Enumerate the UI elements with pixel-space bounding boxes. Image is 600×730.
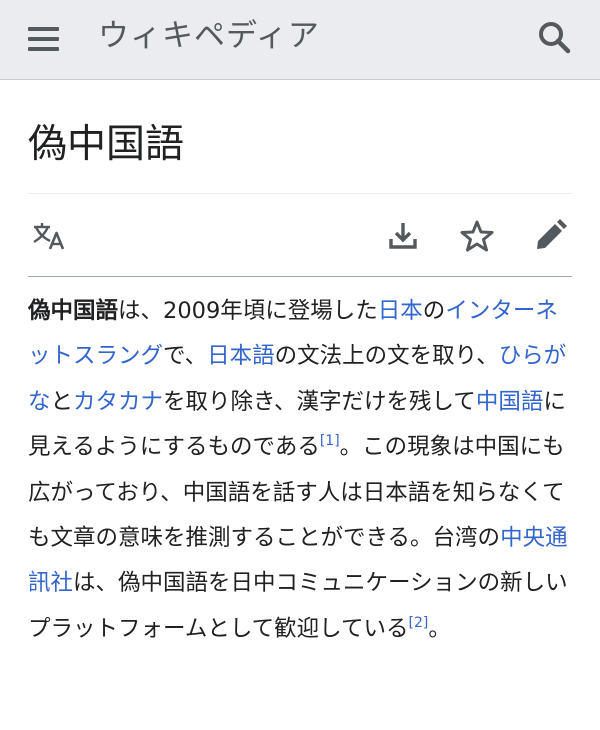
link-katakana[interactable]: カタカナ xyxy=(73,389,163,415)
article-text: は、2009年頃に登場した xyxy=(118,298,378,324)
site-title[interactable]: ウィキペディア xyxy=(98,16,320,56)
search-icon[interactable] xyxy=(532,16,576,60)
link-nihongo[interactable]: 日本語 xyxy=(207,343,275,369)
article-text: を取り除き、漢字だけを残して xyxy=(163,388,476,415)
article-text: の xyxy=(422,298,446,324)
hamburger-menu-icon[interactable] xyxy=(24,22,64,56)
toolbar-divider xyxy=(28,276,572,277)
title-divider xyxy=(28,193,572,194)
language-icon[interactable] xyxy=(26,214,70,258)
article-term: 偽中国語 xyxy=(28,298,119,324)
article-text: 。 xyxy=(428,615,451,642)
article-text: は、偽中国語を日中コミュニケーションの新しいプラットフォームとして歓迎している xyxy=(28,570,568,642)
article-text: と xyxy=(50,388,74,415)
link-chugokugo[interactable]: 中国語 xyxy=(476,389,544,415)
page-title: 偽中国語 xyxy=(28,122,185,167)
article-text: で、 xyxy=(163,343,208,370)
reference-link-1[interactable]: [1] xyxy=(320,433,340,449)
top-header-bar: ウィキペディア xyxy=(0,0,600,80)
star-icon[interactable] xyxy=(455,214,499,258)
link-nihon[interactable]: 日本 xyxy=(378,298,423,324)
article-text: の文法上の文を取り、 xyxy=(274,343,499,370)
article-paragraph: 偽中国語は、2009年頃に登場した日本のインターネットスラングで、日本語の文法上… xyxy=(28,289,576,652)
pencil-icon[interactable] xyxy=(528,214,572,258)
reference-link-2[interactable]: [2] xyxy=(408,615,428,631)
download-icon[interactable] xyxy=(381,214,425,258)
